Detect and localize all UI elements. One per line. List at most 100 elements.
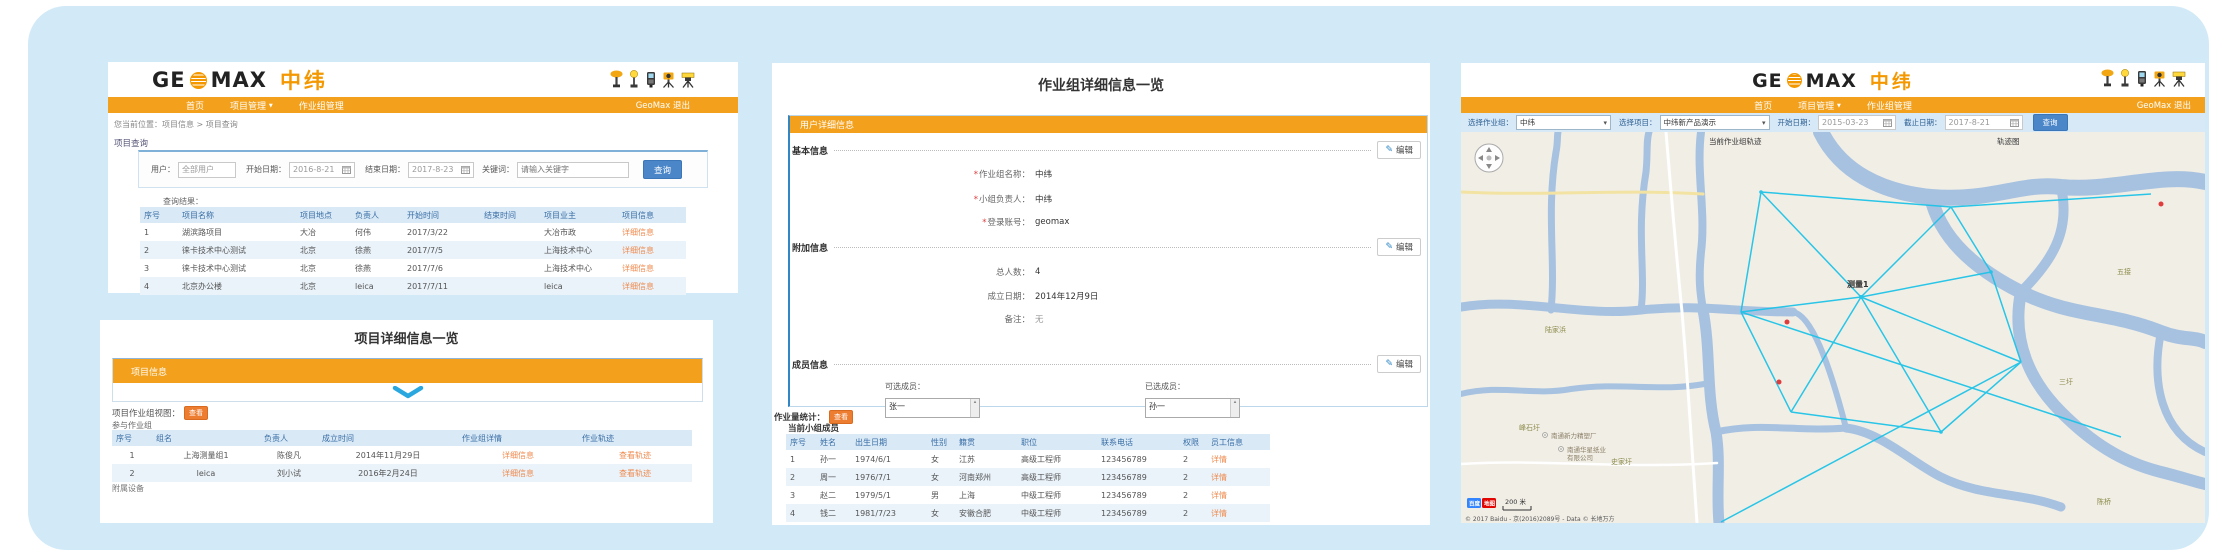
detail-link[interactable]: 详细信息 (622, 282, 654, 291)
column-header: 项目信息 (618, 207, 686, 223)
project-select[interactable]: 中纬新产品演示▾ (1660, 115, 1770, 130)
available-members-listbox[interactable]: 张一▴ (885, 398, 980, 418)
end-date-input[interactable]: 2017-8-21 (1945, 115, 2023, 130)
detail-link[interactable]: 查看轨迹 (619, 451, 651, 460)
detail-link[interactable]: 详情 (1211, 473, 1227, 482)
svg-text:史家圩: 史家圩 (1611, 457, 1632, 466)
calendar-icon (461, 165, 470, 174)
map-canvas[interactable]: 陆家浜 峰石圩 史家圩 三圩 五接 陈桥 南通新力精塑厂 南通华星纸业 有限公司… (1461, 132, 2205, 523)
scrollbar[interactable]: ▴ (1230, 399, 1239, 417)
column-header: 职位 (1017, 434, 1097, 450)
search-button[interactable]: 查询 (643, 160, 682, 179)
user-logout-link[interactable]: GeoMax 退出 (2137, 99, 2191, 111)
extra-info-section: 附加信息 ✎编辑 (792, 238, 1421, 256)
nav-item-workgroups[interactable]: 作业组管理 (299, 99, 344, 112)
field-row: 总人数： 4 (790, 266, 1427, 278)
detail-link[interactable]: 详细信息 (622, 228, 654, 237)
column-header: 项目业主 (540, 207, 618, 223)
column-header: 成立时间 (318, 430, 458, 446)
detail-link[interactable]: 详细信息 (622, 264, 654, 273)
table-cell: 北京 (296, 259, 351, 277)
header: GEMAX中纬 (1461, 67, 2205, 94)
nav-item-home[interactable]: 首页 (1754, 99, 1772, 112)
logo-text-max: MAX (211, 68, 267, 92)
table-cell: 2 (140, 241, 178, 259)
table-cell: 徕卡技术中心测试 (178, 241, 296, 259)
nav-item-projects[interactable]: 项目管理 ▼ (1798, 99, 1841, 112)
search-button[interactable]: 查询 (2033, 114, 2068, 131)
field-row: 成立日期： 2014年12月9日 (790, 290, 1427, 302)
required-mark: * (982, 218, 986, 228)
table-cell: 2014年11月29日 (318, 446, 458, 464)
detail-link[interactable]: 详情 (1211, 509, 1227, 518)
chevron-down-icon (391, 386, 425, 399)
table-cell: 河南郑州 (955, 468, 1017, 486)
field-label: 总人数： (860, 266, 1030, 278)
column-header: 负责人 (260, 430, 318, 446)
table-cell: 2 (1179, 468, 1207, 486)
edit-extra-button[interactable]: ✎编辑 (1377, 238, 1421, 256)
keyword-input[interactable] (517, 162, 629, 178)
basic-info-label: 基本信息 (792, 144, 828, 157)
required-mark: * (974, 195, 978, 205)
edit-basic-button[interactable]: ✎编辑 (1377, 141, 1421, 159)
table-cell: 安徽合肥 (955, 504, 1017, 522)
table-cell: 2 (786, 468, 816, 486)
column-header: 权限 (1179, 434, 1207, 450)
workgroup-table: 序号组名负责人成立时间作业组详情作业轨迹 1上海测量组1陈俊凡2014年11月2… (112, 430, 692, 482)
end-date-input[interactable]: 2017-8-23 (408, 162, 474, 178)
table-cell: 详细信息 (618, 277, 686, 295)
svg-text:地图: 地图 (1484, 500, 1496, 508)
table-cell: 赵二 (816, 486, 851, 504)
nav-item-projects[interactable]: 项目管理 ▼ (230, 99, 273, 112)
detail-link[interactable]: 详细信息 (622, 246, 654, 255)
table-header-row: 序号项目名称项目地点负责人开始时间结束时间项目业主项目信息 (140, 207, 686, 223)
view-button[interactable]: 查看 (184, 406, 208, 420)
available-members-label: 可选成员： (885, 381, 980, 392)
logo-text-ge: GE (152, 68, 186, 92)
detail-link[interactable]: 详细信息 (502, 469, 534, 478)
map-pan-control[interactable] (1475, 144, 1503, 172)
column-header: 组名 (152, 430, 260, 446)
nav-item-home[interactable]: 首页 (186, 99, 204, 112)
detail-link[interactable]: 详情 (1211, 491, 1227, 500)
table-cell: 2016年2月24日 (318, 464, 458, 482)
field-value: 无 (1035, 313, 1044, 325)
user-select[interactable]: 全部用户 (178, 162, 236, 178)
table-cell (480, 241, 540, 259)
nav-item-workgroups[interactable]: 作业组管理 (1867, 99, 1912, 112)
detail-link[interactable]: 查看轨迹 (619, 469, 651, 478)
user-logout-link[interactable]: GeoMax 退出 (636, 99, 690, 111)
total-station-icon (2152, 69, 2167, 87)
selected-members-listbox[interactable]: 孙一▴ (1145, 398, 1240, 418)
extra-info-label: 附加信息 (792, 241, 828, 254)
selected-members-label: 已选成员： (1145, 381, 1240, 392)
gnss-antenna-icon (2101, 69, 2114, 87)
calendar-icon (1883, 118, 1892, 127)
table-cell: 徐燕 (351, 259, 403, 277)
table-cell: 1979/5/1 (851, 486, 927, 504)
column-header: 序号 (112, 430, 152, 446)
detail-link[interactable]: 详细信息 (502, 451, 534, 460)
collapse-toggle[interactable] (113, 383, 702, 401)
instrument-icons (2101, 69, 2187, 87)
map-viewport[interactable]: 陆家浜 峰石圩 史家圩 三圩 五接 陈桥 南通新力精塑厂 南通华星纸业 有限公司… (1461, 132, 2205, 523)
table-cell: 4 (140, 277, 178, 295)
group-select[interactable]: 中纬▾ (1516, 115, 1611, 130)
edit-members-button[interactable]: ✎编辑 (1377, 355, 1421, 373)
table-cell: 陈俊凡 (260, 446, 318, 464)
geomax-logo: GEMAX中纬 (1752, 67, 1914, 94)
table-cell: 1 (112, 446, 152, 464)
scrollbar[interactable]: ▴ (970, 399, 979, 417)
main-navbar: 首页 项目管理 ▼ 作业组管理 GeoMax 退出 (1461, 97, 2205, 113)
track-map-window: GEMAX中纬 首页 项目管理 ▼ 作业组管理 GeoMax 退出 选择作业组：… (1461, 63, 2205, 523)
start-date-input[interactable]: 2016-8-21 (289, 162, 355, 178)
section-label: 项目查询 (114, 137, 148, 149)
table-cell: 详细信息 (618, 223, 686, 241)
field-value: 4 (1035, 267, 1040, 277)
table-cell: 123456789 (1097, 486, 1179, 504)
table-row: 3徕卡技术中心测试北京徐燕2017/7/6上海技术中心详细信息 (140, 259, 686, 277)
start-date-input[interactable]: 2015-03-23 (1818, 115, 1896, 130)
table-cell: 详情 (1207, 450, 1270, 468)
detail-link[interactable]: 详情 (1211, 455, 1227, 464)
